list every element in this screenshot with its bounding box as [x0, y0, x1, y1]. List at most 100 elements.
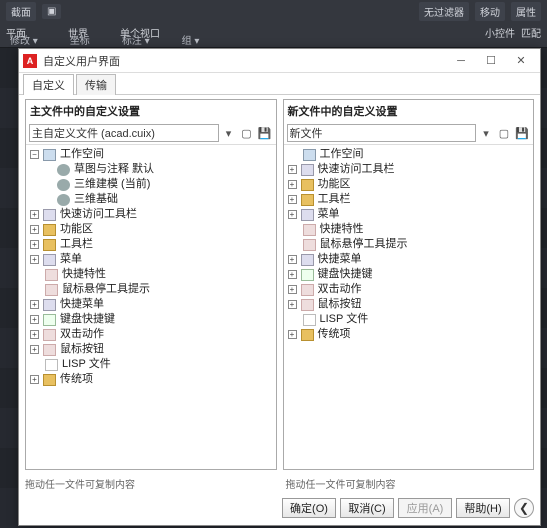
tree-node[interactable]: +双击动作	[286, 282, 532, 297]
tree-node[interactable]: 快捷特性	[286, 222, 532, 237]
ribbon-tab-dims[interactable]: 标注 ▾	[122, 32, 150, 47]
tree-node[interactable]: +快速访问工具栏	[28, 207, 274, 222]
tree-node[interactable]: 三维建模 (当前)	[28, 177, 274, 192]
twisty-spacer	[288, 150, 299, 159]
key-icon	[43, 314, 56, 326]
expand-button[interactable]: ❮	[514, 498, 534, 518]
expand-icon[interactable]: +	[288, 285, 297, 294]
tree-node[interactable]: + 功能区	[28, 222, 274, 237]
tree-node[interactable]: 快捷特性	[28, 267, 274, 282]
expand-icon[interactable]: +	[30, 210, 39, 219]
tree-node-label: 工作空间	[320, 147, 364, 162]
tree-node[interactable]: +键盘快捷键	[286, 267, 532, 282]
ok-button[interactable]: 确定(O)	[282, 498, 336, 518]
expand-icon[interactable]: +	[288, 180, 297, 189]
expand-icon[interactable]: +	[288, 300, 297, 309]
expand-icon[interactable]: +	[30, 330, 39, 339]
gear-icon	[57, 179, 70, 191]
tree-node[interactable]: LISP 文件	[28, 357, 274, 372]
left-tree[interactable]: −工作空间草图与注释 默认三维建模 (当前)三维基础+快速访问工具栏+功能区+工…	[26, 145, 276, 469]
acad-logo-icon: A	[23, 54, 37, 68]
ribbon-gizmo[interactable]: 小控件	[485, 25, 515, 40]
tab-customize[interactable]: 自定义	[23, 74, 74, 95]
open-icon[interactable]: ▢	[239, 125, 255, 141]
expand-icon[interactable]: +	[288, 165, 297, 174]
tree-node[interactable]: + 工具栏	[286, 192, 532, 207]
hand-icon	[303, 224, 316, 236]
tree-node-label: 工作空间	[60, 147, 104, 162]
expand-icon[interactable]: +	[288, 195, 297, 204]
ribbon-move[interactable]: 移动	[475, 2, 505, 21]
minimize-button[interactable]: ─	[446, 51, 476, 71]
ribbon-tab-groups[interactable]: 组 ▾	[182, 32, 200, 47]
left-pane: 主文件中的自定义设置 主自定义文件 (acad.cuix) ▾ ▢ 💾 −工作空…	[25, 99, 277, 470]
tab-transfer[interactable]: 传输	[76, 74, 116, 95]
tree-node[interactable]: +双击动作	[28, 327, 274, 342]
expand-icon[interactable]: +	[288, 255, 297, 264]
expand-icon[interactable]: +	[30, 300, 39, 309]
tree-node[interactable]: 三维基础	[28, 192, 274, 207]
tree-node[interactable]: 鼠标悬停工具提示	[28, 282, 274, 297]
dialog-body: 主文件中的自定义设置 主自定义文件 (acad.cuix) ▾ ▢ 💾 −工作空…	[19, 95, 540, 474]
tree-node[interactable]: +传统项	[28, 372, 274, 387]
maximize-button[interactable]: ☐	[476, 51, 506, 71]
expand-icon[interactable]: +	[288, 210, 297, 219]
tree-node[interactable]: +快速访问工具栏	[286, 162, 532, 177]
twisty-spacer	[42, 180, 53, 189]
expand-icon[interactable]: +	[288, 270, 297, 279]
tree-node[interactable]: +功能区	[286, 177, 532, 192]
expand-icon[interactable]: +	[30, 225, 39, 234]
tree-node[interactable]: +工具栏	[28, 237, 274, 252]
collapse-icon[interactable]: −	[30, 150, 39, 159]
help-button[interactable]: 帮助(H)	[456, 498, 510, 518]
ribbon-props[interactable]: 属性	[511, 2, 541, 21]
tree-node[interactable]: +鼠标按钮	[28, 342, 274, 357]
tree-node[interactable]: 草图与注释 默认	[28, 162, 274, 177]
ribbon-icon-btn[interactable]: ▣	[42, 4, 61, 19]
save-icon[interactable]: 💾	[514, 125, 530, 141]
tree-node[interactable]: +鼠标按钮	[286, 297, 532, 312]
expand-icon[interactable]: +	[30, 240, 39, 249]
ribbon-tab-modify[interactable]: 修改 ▾	[10, 32, 38, 47]
left-file-combo[interactable]: 主自定义文件 (acad.cuix)	[29, 124, 219, 142]
cube-icon	[303, 149, 316, 161]
dialog-titlebar[interactable]: A 自定义用户界面 ─ ☐ ✕	[19, 49, 540, 73]
expand-icon[interactable]: +	[288, 330, 297, 339]
expand-icon[interactable]: +	[30, 255, 39, 264]
ribbon-filter[interactable]: 无过滤器	[419, 2, 469, 21]
save-icon[interactable]: 💾	[257, 125, 273, 141]
dropdown-icon[interactable]: ▾	[478, 125, 494, 141]
tree-node[interactable]: +快捷菜单	[28, 297, 274, 312]
tree-node-label: 工具栏	[318, 192, 351, 207]
tree-node[interactable]: +菜单	[28, 252, 274, 267]
menu-icon	[301, 164, 314, 176]
tree-node[interactable]: 鼠标悬停工具提示	[286, 237, 532, 252]
ribbon-tab-coords[interactable]: 坐标	[70, 32, 90, 47]
dropdown-icon[interactable]: ▾	[221, 125, 237, 141]
ribbon-section-btn[interactable]: 截面	[6, 2, 36, 21]
right-tree[interactable]: 工作空间+快速访问工具栏+功能区+工具栏+菜单快捷特性鼠标悬停工具提示+快捷菜单…	[284, 145, 534, 469]
apply-button[interactable]: 应用(A)	[398, 498, 452, 518]
hints-row: 拖动任一文件可复制内容 拖动任一文件可复制内容	[19, 474, 540, 495]
tree-node[interactable]: LISP 文件	[286, 312, 532, 327]
tree-node-label: 草图与注释 默认	[74, 162, 154, 177]
folder-icon	[43, 224, 56, 236]
tree-node[interactable]: +快捷菜单	[286, 252, 532, 267]
tree-node[interactable]: +键盘快捷键	[28, 312, 274, 327]
tree-node[interactable]: +菜单	[286, 207, 532, 222]
expand-icon[interactable]: +	[30, 315, 39, 324]
right-file-combo[interactable]: 新文件	[287, 124, 477, 142]
tree-node[interactable]: − 工作空间	[28, 147, 274, 162]
expand-icon[interactable]: +	[30, 345, 39, 354]
ribbon-match[interactable]: 匹配	[521, 25, 541, 40]
open-icon[interactable]: ▢	[496, 125, 512, 141]
tree-node[interactable]: 工作空间	[286, 147, 532, 162]
left-pane-toolbar: 主自定义文件 (acad.cuix) ▾ ▢ 💾	[26, 122, 276, 145]
tree-node[interactable]: +传统项	[286, 327, 532, 342]
close-button[interactable]: ✕	[506, 51, 536, 71]
tree-node-label: 功能区	[60, 222, 93, 237]
tree-node-label: 快捷特性	[320, 222, 364, 237]
cancel-button[interactable]: 取消(C)	[340, 498, 394, 518]
menu-icon	[43, 299, 56, 311]
expand-icon[interactable]: +	[30, 375, 39, 384]
